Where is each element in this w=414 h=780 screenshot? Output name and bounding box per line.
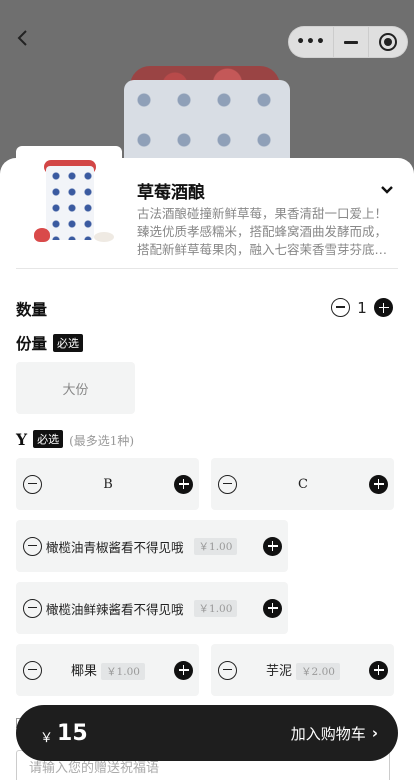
- plus-icon[interactable]: [263, 536, 282, 556]
- collapse-button[interactable]: [380, 182, 394, 196]
- addon-price-tag: ￥1.00: [193, 599, 238, 617]
- minus-icon[interactable]: [23, 598, 42, 618]
- product-name: 草莓酒酿: [137, 183, 205, 203]
- mini-program-capsule: •••: [288, 26, 408, 58]
- required-badge: 必选: [53, 334, 84, 352]
- addon-hint: (最多选1种): [69, 434, 135, 448]
- description-line: 搭配新鲜草莓果肉，融入七容茉香雪芽芬底…: [137, 242, 388, 257]
- addon-price-tag: ￥1.00: [101, 663, 145, 680]
- minimize-icon: [344, 40, 358, 44]
- addon-option-spicy-sauce[interactable]: 橄榄油鲜辣酱看不得见哦 ￥1.00: [16, 582, 288, 634]
- addon-section-title: Y 必选 (最多选1种): [16, 430, 134, 449]
- total-price: 15: [57, 720, 88, 746]
- close-button[interactable]: [369, 33, 407, 51]
- minus-icon[interactable]: [218, 474, 237, 494]
- description-line: 古法酒酿碰撞新鲜草莓，果香清甜一口爱上！: [137, 206, 388, 221]
- more-dots-icon: •••: [296, 34, 326, 50]
- addon-option-b[interactable]: B: [16, 458, 199, 510]
- addon-option-label: 芋泥 ￥2.00: [237, 660, 369, 680]
- chevron-down-icon: [381, 186, 393, 194]
- minimize-button[interactable]: [333, 27, 369, 57]
- portion-label: 份量: [16, 335, 48, 353]
- addon-option-green-pepper-sauce[interactable]: 橄榄油青椒酱看不得见哦 ￥1.00: [16, 520, 288, 572]
- addon-option-label: C: [298, 476, 308, 492]
- minus-icon[interactable]: [23, 660, 42, 680]
- minus-icon[interactable]: [331, 298, 350, 317]
- chevron-left-icon: [17, 30, 27, 46]
- quantity-stepper: 1: [331, 298, 393, 317]
- product-thumbnail: [16, 146, 122, 252]
- thumb-cream: [94, 232, 114, 242]
- plus-icon[interactable]: [263, 598, 282, 618]
- minus-icon[interactable]: [218, 660, 237, 680]
- thumb-strawberry: [34, 228, 50, 242]
- minus-icon[interactable]: [23, 536, 42, 556]
- addon-option-label: B: [103, 476, 113, 492]
- plus-icon[interactable]: [369, 660, 388, 680]
- plus-icon[interactable]: [174, 660, 193, 680]
- addon-option-label: 椰果 ￥1.00: [42, 660, 174, 680]
- portion-option-large[interactable]: 大份: [16, 362, 135, 414]
- plus-icon[interactable]: [174, 474, 193, 494]
- addon-price-tag: ￥2.00: [296, 663, 340, 680]
- quantity-value: 1: [357, 298, 367, 317]
- thumb-cup: [46, 166, 94, 240]
- plus-icon[interactable]: [369, 474, 388, 494]
- description-line: 臻选优质孝感糯米，搭配蜂窝酒曲发酵而成，: [137, 224, 388, 239]
- chevron-right-icon: ›: [371, 724, 378, 742]
- more-button[interactable]: •••: [289, 34, 333, 50]
- addon-option-text: 芋泥: [266, 664, 293, 679]
- divider: [16, 268, 398, 269]
- addon-price-tag: ￥1.00: [193, 537, 238, 555]
- addon-option-text: 椰果: [71, 664, 98, 679]
- addon-option-coconut-jelly[interactable]: 椰果 ￥1.00: [16, 644, 199, 696]
- target-close-icon: [379, 33, 397, 51]
- addon-option-label: 橄榄油青椒酱看不得见哦: [46, 539, 184, 555]
- back-button[interactable]: [16, 28, 40, 56]
- addon-option-taro-paste[interactable]: 芋泥 ￥2.00: [211, 644, 394, 696]
- minus-icon[interactable]: [23, 474, 42, 494]
- plus-icon[interactable]: [374, 298, 393, 317]
- product-description: 古法酒酿碰撞新鲜草莓，果香清甜一口爱上！ 臻选优质孝感糯米，搭配蜂窝酒曲发酵而成…: [137, 205, 399, 259]
- addon-label: Y: [16, 430, 28, 449]
- currency-symbol: ￥: [40, 730, 54, 746]
- add-to-cart-bar: ￥ 15 加入购物车 ›: [16, 705, 398, 761]
- addon-option-label: 橄榄油鲜辣酱看不得见哦: [46, 601, 184, 617]
- add-to-cart-button[interactable]: 加入购物车: [291, 723, 366, 744]
- required-badge: 必选: [33, 430, 64, 448]
- quantity-label: 数量: [16, 301, 48, 319]
- portion-section-title: 份量 必选: [16, 332, 84, 354]
- addon-option-c[interactable]: C: [211, 458, 394, 510]
